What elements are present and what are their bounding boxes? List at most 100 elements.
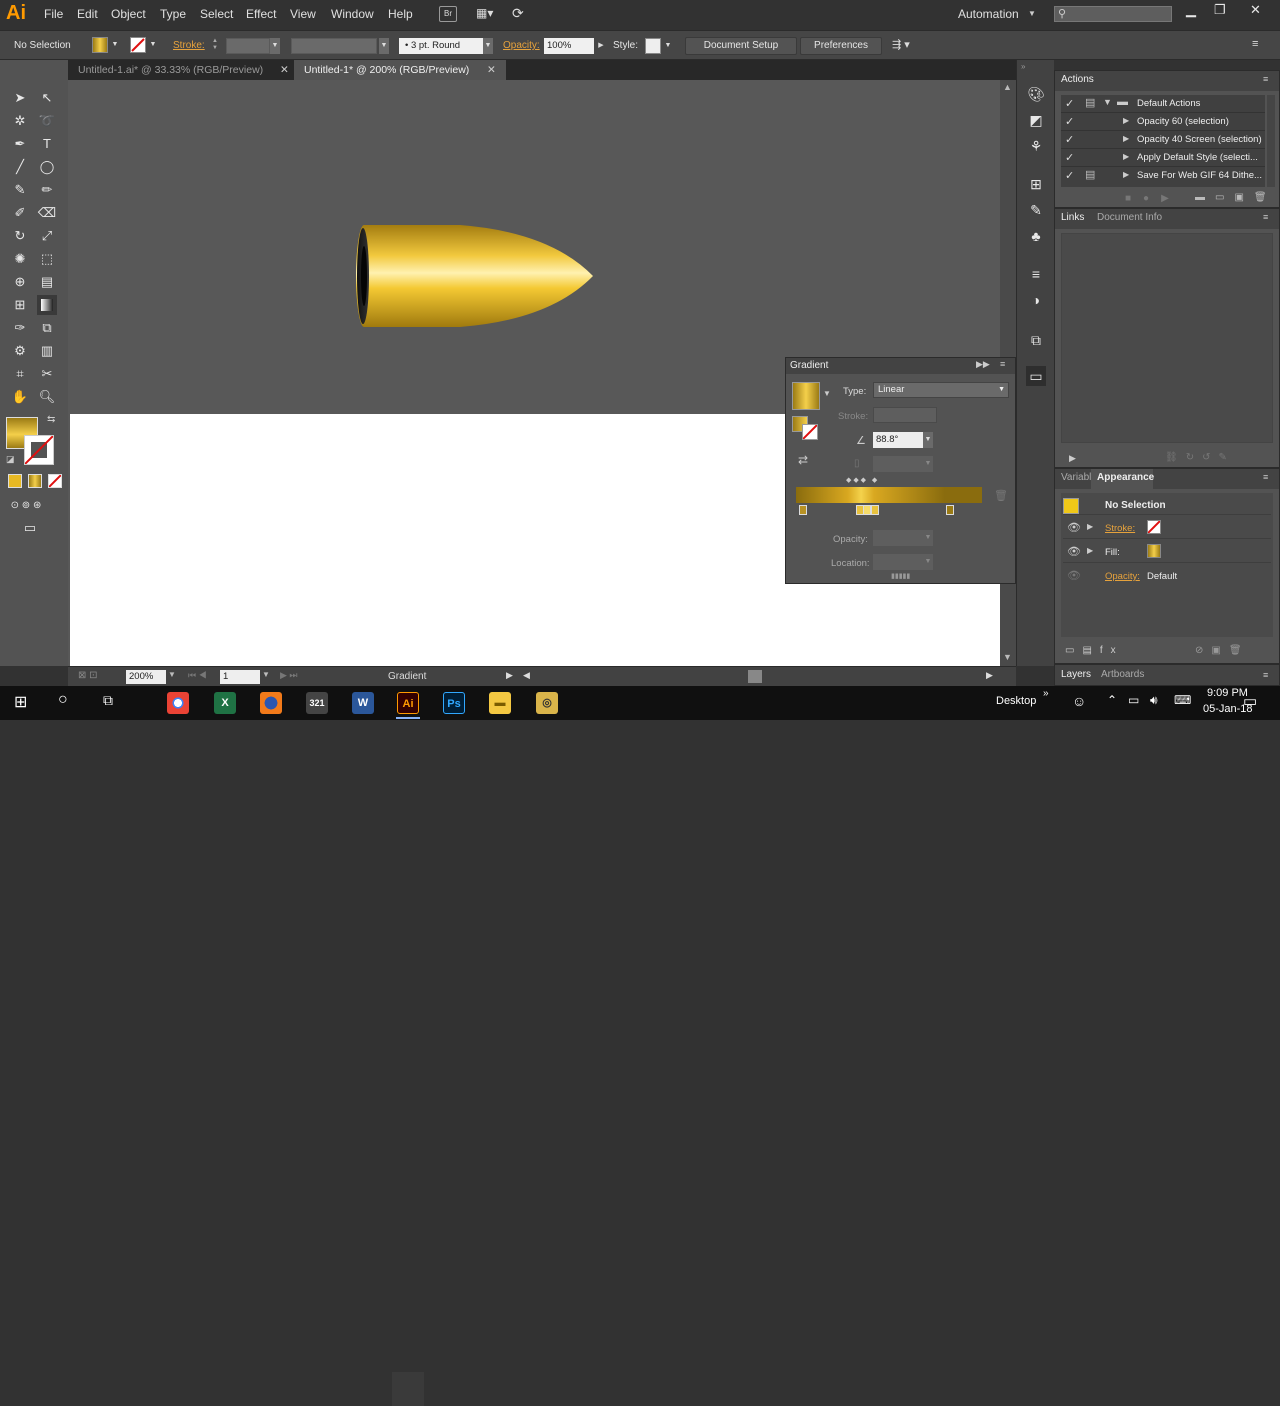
check-icon[interactable]: ✓: [1065, 115, 1074, 128]
arrange-icon[interactable]: ⇶ ▾: [892, 38, 910, 51]
gradient-type-select[interactable]: Linear ▼: [873, 382, 1009, 398]
brushes-icon[interactable]: ✎: [1026, 200, 1046, 220]
fill-swatch[interactable]: [92, 37, 108, 53]
check-icon[interactable]: ✓: [1065, 97, 1074, 110]
control-panel-menu-icon[interactable]: ≡: [1252, 38, 1258, 50]
gradient-slider[interactable]: [796, 487, 982, 503]
check-icon[interactable]: ✓: [1065, 133, 1074, 146]
appearance-opacity-row[interactable]: 👁︎ Opacity: Default: [1063, 565, 1271, 587]
expand-icon[interactable]: ▶: [1123, 134, 1129, 143]
document-setup-button[interactable]: Document Setup: [685, 37, 797, 55]
menu-help[interactable]: Help: [388, 7, 413, 21]
browser-app-icon[interactable]: ◎: [536, 692, 558, 714]
workspace-chevron-down-icon[interactable]: ▼: [1028, 9, 1036, 18]
restore-icon[interactable]: ❐: [1214, 2, 1226, 18]
color-stop[interactable]: [946, 505, 954, 515]
fill-dropdown-icon[interactable]: ▼: [110, 37, 120, 53]
appearance-actions-icon[interactable]: ⊘▣🗑︎: [1195, 645, 1250, 656]
tab-document-info[interactable]: Document Info: [1097, 212, 1162, 223]
hand-tool-icon[interactable]: ✋: [10, 387, 30, 407]
stroke-color-swatch[interactable]: [24, 435, 54, 465]
task-view-icon[interactable]: ⧉: [103, 692, 113, 709]
color-guide-icon[interactable]: ◩: [1026, 110, 1046, 130]
menu-view[interactable]: View: [290, 7, 316, 21]
keyboard-icon[interactable]: ⌨: [1174, 693, 1191, 707]
mesh-tool-icon[interactable]: ⊞: [10, 295, 30, 315]
dialog-toggle-icon[interactable]: ▤: [1085, 168, 1095, 181]
illustrator-icon[interactable]: Ai: [397, 692, 419, 714]
angle-dropdown-icon[interactable]: ▼: [923, 432, 933, 448]
opacity-field[interactable]: 100%: [544, 38, 594, 54]
aspect-dropdown-icon[interactable]: ▼: [923, 456, 933, 472]
menu-effect[interactable]: Effect: [246, 7, 276, 21]
slice-tool-icon[interactable]: ✂: [37, 364, 57, 384]
gradient-panel-header[interactable]: Gradient ▶▶ ≡: [786, 358, 1015, 374]
color-panel-icon[interactable]: 🎨︎: [1026, 84, 1046, 104]
menu-window[interactable]: Window: [331, 7, 374, 21]
direct-selection-tool-icon[interactable]: ↖: [37, 88, 57, 108]
strip-collapse-icon[interactable]: »: [1021, 62, 1025, 71]
panel-menu-icon[interactable]: ≡: [1263, 212, 1268, 222]
action-buttons-icon[interactable]: ▬▭▣🗑︎: [1195, 192, 1277, 203]
artboard-number-field[interactable]: 1: [220, 670, 260, 684]
profile-dropdown-icon[interactable]: ▼: [379, 38, 389, 54]
bullet-artwork[interactable]: [350, 220, 600, 332]
tab-untitled-1-ai[interactable]: Untitled-1.ai* @ 33.33% (RGB/Preview) ✕: [68, 60, 296, 80]
eyedropper-tool-icon[interactable]: ✑: [10, 318, 30, 338]
rotate-tool-icon[interactable]: ↻: [10, 226, 30, 246]
fill-swatch[interactable]: [1147, 544, 1161, 558]
menu-file[interactable]: File: [44, 7, 63, 21]
close-tab-icon[interactable]: ✕: [487, 60, 496, 80]
stroke-panel-icon[interactable]: ≡: [1026, 264, 1046, 284]
action-controls-icon[interactable]: ■●▶: [1125, 193, 1181, 204]
scroll-up-icon[interactable]: ▲: [1003, 82, 1012, 92]
action-center-icon[interactable]: ▭: [1243, 692, 1257, 710]
tab-actions[interactable]: Actions: [1061, 74, 1094, 85]
reverse-gradient-icon[interactable]: ⇄: [798, 453, 808, 467]
pen-tool-icon[interactable]: ✒: [10, 134, 30, 154]
perspective-grid-tool-icon[interactable]: ▤: [37, 272, 57, 292]
network-icon[interactable]: ▭: [1128, 693, 1139, 707]
gradient-tool-icon[interactable]: [37, 295, 57, 315]
photoshop-icon[interactable]: Ps: [443, 692, 465, 714]
scale-tool-icon[interactable]: ⤢: [37, 226, 57, 246]
style-dropdown-icon[interactable]: ▼: [663, 38, 673, 54]
swatches-icon[interactable]: ⊞: [1026, 174, 1046, 194]
stroke-swatch[interactable]: [1147, 520, 1161, 534]
list-item[interactable]: ✓ ▶ Apply Default Style (selecti...: [1061, 149, 1265, 167]
tab-untitled-1[interactable]: Untitled-1* @ 200% (RGB/Preview) ✕: [294, 60, 506, 80]
bridge-button[interactable]: Br: [439, 6, 457, 22]
chevron-down-icon[interactable]: ▼: [1103, 97, 1112, 107]
cortana-icon[interactable]: ○: [58, 691, 68, 709]
appearance-add-icon[interactable]: ▭▤fx: [1065, 645, 1124, 656]
gradient-preview-swatch[interactable]: [792, 382, 820, 410]
desktop-toolbar[interactable]: Desktop: [996, 695, 1036, 707]
workspace-switcher[interactable]: Automation: [958, 7, 1019, 21]
expand-icon[interactable]: ▶: [1087, 522, 1093, 531]
scroll-down-icon[interactable]: ▼: [1003, 652, 1012, 662]
free-transform-tool-icon[interactable]: ⬚: [37, 249, 57, 269]
media-player-icon[interactable]: 321: [306, 692, 328, 714]
windows-start-icon[interactable]: ⊞: [14, 692, 27, 712]
menu-object[interactable]: Object: [111, 7, 146, 21]
stop-location-dropdown-icon[interactable]: ▼: [923, 554, 933, 570]
opacity-arrow-icon[interactable]: ▶: [596, 38, 606, 54]
appearance-stroke-row[interactable]: 👁︎ ▶ Stroke:: [1063, 517, 1271, 539]
search-input[interactable]: ⚲: [1054, 6, 1172, 22]
warp-tool-icon[interactable]: ✺: [10, 249, 30, 269]
brush-definition[interactable]: • 3 pt. Round: [399, 38, 483, 54]
eraser-tool-icon[interactable]: ⌫: [37, 203, 57, 223]
shaper-tool-icon[interactable]: ✐: [10, 203, 30, 223]
eye-icon[interactable]: 👁︎: [1067, 569, 1081, 582]
tab-artboards[interactable]: Artboards: [1101, 669, 1144, 680]
panel-collapse-icon[interactable]: ▶▶: [976, 359, 990, 370]
list-item[interactable]: ✓ ▤ ▶ Save For Web GIF 64 Dithe...: [1061, 167, 1265, 185]
ellipse-tool-icon[interactable]: ◯: [37, 157, 57, 177]
clock-time[interactable]: 9:09 PM: [1207, 687, 1248, 699]
line-tool-icon[interactable]: ╱: [10, 157, 30, 177]
symbol-sprayer-tool-icon[interactable]: ⚙: [10, 341, 30, 361]
color-stop[interactable]: [871, 505, 879, 515]
pencil-tool-icon[interactable]: ✏: [37, 180, 57, 200]
hscroll-thumb[interactable]: [748, 670, 762, 683]
color-mode-icon[interactable]: [8, 474, 22, 488]
